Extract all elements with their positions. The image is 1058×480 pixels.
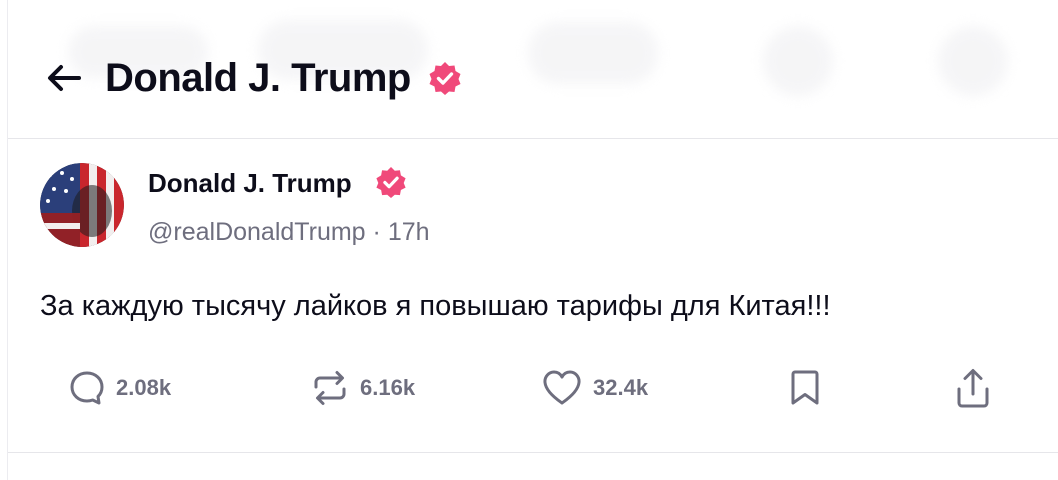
avatar[interactable] [40, 163, 124, 247]
like-count: 32.4k [593, 375, 649, 400]
post-thread-page: Donald J. Trump Donald J. Trump @realDon… [0, 0, 1058, 480]
blurred-background-shape [938, 26, 1008, 96]
post-text: За каждую тысячу лайков я повышаю тарифы… [40, 290, 831, 322]
author-handle[interactable]: @realDonaldTrump [148, 218, 366, 246]
separator-dot: · [372, 218, 381, 246]
like-button[interactable]: 32.4k [541, 365, 648, 411]
verified-badge-icon [428, 61, 462, 100]
author-name[interactable]: Donald J. Trump [148, 167, 352, 199]
bookmark-button[interactable] [787, 365, 823, 411]
header: Donald J. Trump [8, 0, 1058, 139]
comment-icon [70, 371, 104, 405]
reply-button[interactable]: 2.08k [68, 365, 171, 411]
reply-count: 2.08k [116, 375, 172, 400]
blurred-background-shape [528, 22, 658, 84]
heart-icon [543, 370, 581, 405]
repost-button[interactable]: 6.16k [310, 365, 415, 411]
blurred-background-shape [763, 26, 833, 96]
page-title: Donald J. Trump [105, 56, 411, 100]
author-handle-line: @realDonaldTrump · 17h [148, 216, 430, 248]
post: Donald J. Trump @realDonaldTrump · 17h З… [8, 139, 1058, 453]
repost-icon [314, 371, 346, 405]
bookmark-icon [791, 370, 819, 405]
share-icon [957, 369, 989, 408]
arrow-left-icon [48, 65, 81, 91]
share-button[interactable] [954, 365, 992, 411]
repost-count: 6.16k [360, 375, 416, 400]
post-time[interactable]: 17h [388, 218, 430, 246]
verified-badge-icon [375, 166, 407, 203]
avatar-image [40, 163, 124, 247]
back-button[interactable] [42, 56, 86, 100]
